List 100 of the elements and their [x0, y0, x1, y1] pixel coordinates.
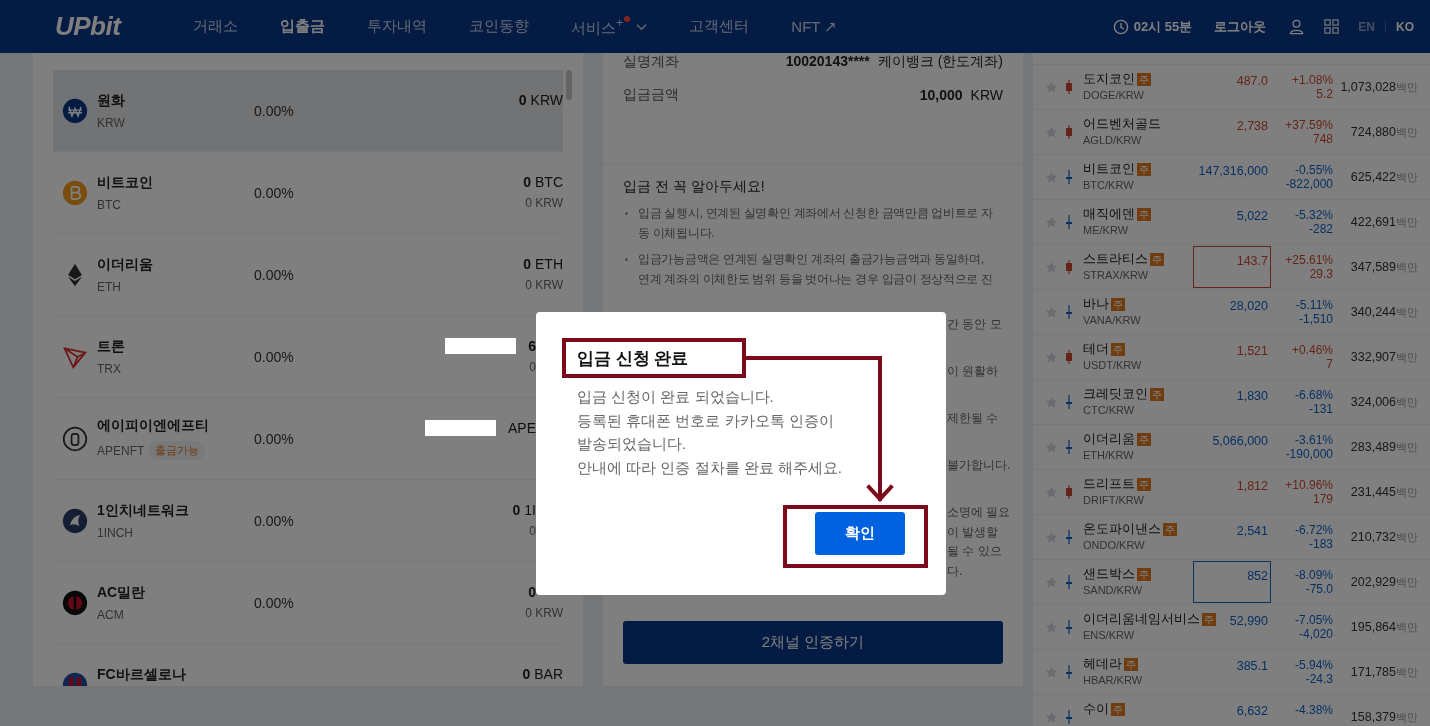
market-row[interactable]: 이더리움네임서비스 주 ENS/KRW 52,990 -7.05% -4,020 195,864백만 — [1033, 604, 1430, 649]
nav-link[interactable]: 투자내역 — [367, 17, 427, 36]
holding-row[interactable]: 원화 KRW 0.00% 0 KRW — [53, 70, 563, 152]
change-amount: 7 — [1326, 357, 1333, 371]
field-value: 10020143**** 케이뱅크 (한도계좌) — [785, 52, 1003, 71]
nav-link[interactable]: 입출금 — [280, 17, 325, 36]
price: 2,738 — [1235, 118, 1269, 135]
change-amount: 29.3 — [1309, 267, 1333, 281]
market-symbol: CTC/KRW — [1083, 403, 1136, 416]
coin-symbol: KRW — [97, 115, 125, 130]
confirm-button[interactable]: 확인 — [815, 512, 905, 555]
coin-name: 1인치네트워크 — [97, 501, 190, 520]
nav-link[interactable]: NFT ↗ — [791, 17, 837, 36]
bullet-dot — [625, 212, 628, 215]
caution-badge: 주 — [1137, 207, 1151, 221]
coin-name: 비트코인 — [1083, 161, 1135, 176]
holding-value: 0 KRW — [525, 195, 563, 210]
notice-text: 이 원활하 — [947, 363, 999, 380]
change-amount: -4,020 — [1298, 627, 1333, 641]
change-rate: +1.08% — [1291, 73, 1333, 87]
change-rate: -7.05% — [1294, 613, 1333, 627]
market-row[interactable]: 바나 주 VANA/KRW 28,020 -5.11% -1,510 340,244백만 — [1033, 289, 1430, 334]
notice-text: 소명에 필요 — [947, 504, 1011, 521]
change-amount: -131 — [1308, 402, 1333, 416]
coin-symbol: TRX — [97, 361, 121, 376]
change-rate: -8.09% — [1294, 568, 1333, 582]
caution-badge: 주 — [1137, 432, 1151, 446]
language-option[interactable]: KO — [1396, 19, 1414, 34]
price: 5,022 — [1235, 208, 1269, 225]
dialog-message: 입금 신청이 완료 되었습니다. 등록된 휴대폰 번호로 카카오톡 인증이 발송되었습니다. 안내에 따라 인증 절차를 완료 해주세요. — [577, 387, 842, 478]
holding-share: 0.00% — [253, 512, 294, 529]
holding-value: 0 KRW — [525, 277, 563, 292]
caution-badge: 주 — [1137, 567, 1151, 581]
change-amount: -282 — [1308, 222, 1333, 236]
caution-badge: 주 — [1124, 657, 1138, 671]
change-rate: -3.61% — [1294, 433, 1333, 447]
notice-text: 제한될 수 — [947, 410, 999, 427]
coin-name: 온도파이낸스 — [1083, 521, 1161, 536]
coin-name: AC밀란 — [97, 583, 147, 602]
change-amount: -190,000 — [1285, 447, 1333, 461]
logout-link[interactable]: 로그아웃 — [1214, 17, 1267, 36]
bullet-dot — [625, 258, 628, 261]
caution-badge: 주 — [1137, 162, 1151, 176]
verify-button[interactable]: 2채널 인증하기 — [623, 621, 1003, 664]
change-rate: -6.72% — [1294, 523, 1333, 537]
market-symbol: DRIFT/KRW — [1083, 493, 1145, 506]
coin-name: 크레딧코인 — [1083, 386, 1148, 401]
coin-logo-icon — [62, 425, 88, 452]
market-symbol: USDT/KRW — [1083, 358, 1143, 371]
price: 2,541 — [1235, 523, 1269, 540]
nav-link[interactable]: 거래소 — [193, 17, 238, 36]
coin-name: 드리프트 — [1083, 476, 1135, 491]
coin-name: 수이 — [1083, 701, 1109, 716]
nav-link[interactable]: 서비스$^{+}$ — [571, 15, 648, 38]
price: 28,020 — [1228, 298, 1269, 315]
holding-amount: 0 1I — [512, 501, 536, 518]
change-rate: -6.68% — [1294, 388, 1333, 402]
holding-row[interactable]: 비트코인 BTC 0.00% 0 BTC 0 KRW — [53, 152, 563, 234]
coin-name: 트론 — [97, 337, 126, 356]
market-symbol: STRAX/KRW — [1083, 268, 1150, 281]
coin-name: 스트라티스 — [1083, 251, 1148, 266]
session-timer: 02시 55분 — [1133, 17, 1193, 36]
market-symbol: VANA/KRW — [1083, 313, 1142, 326]
change-amount: -1,510 — [1298, 312, 1333, 326]
dialog-title: 입금 신청 완료 — [577, 347, 689, 370]
holding-row[interactable]: FC바르셀로나 0 BAR — [53, 644, 563, 686]
nav-link[interactable]: 코인동향 — [469, 17, 529, 36]
coin-name: 원화 — [97, 91, 126, 110]
change-rate: -5.94% — [1294, 658, 1333, 672]
scrollbar-thumb[interactable] — [566, 70, 572, 100]
coin-logo-icon — [62, 97, 88, 124]
change-rate: +25.61% — [1285, 253, 1333, 267]
coin-logo-icon — [62, 589, 88, 616]
notice-text: 간 동안 모 — [947, 316, 1002, 333]
notice-text: 다. — [947, 562, 963, 580]
price: 5,066,000 — [1211, 433, 1269, 450]
field-label: 실명계좌 — [623, 52, 679, 71]
coin-name: FC바르셀로나 — [97, 665, 187, 684]
caution-badge: 주 — [1150, 387, 1164, 401]
caution-badge: 주 — [1137, 72, 1151, 86]
change-rate: +37.59% — [1285, 118, 1333, 132]
nav-link[interactable]: 고객센터 — [689, 17, 750, 36]
notice-text: 불가합니다. — [947, 457, 1011, 474]
change-rate: +0.46% — [1291, 343, 1333, 357]
holding-amount: APE — [508, 419, 536, 436]
user-icon[interactable] — [1288, 18, 1306, 35]
logo[interactable]: UPbit — [55, 11, 165, 42]
change-rate: -0.55% — [1294, 163, 1333, 177]
market-symbol: ONDO/KRW — [1083, 538, 1146, 551]
grid-icon[interactable] — [1323, 18, 1341, 35]
caution-badge: 주 — [1111, 342, 1125, 356]
price: 52,990 — [1228, 613, 1269, 630]
holding-share: 0.00% — [253, 184, 294, 201]
holding-amount: 0 KRW — [518, 91, 563, 108]
redaction-bar — [425, 419, 496, 436]
caution-badge: 주 — [1202, 612, 1216, 626]
coin-name: 테더 — [1083, 341, 1109, 356]
coin-logo-icon — [62, 507, 88, 534]
holding-share: 0.00% — [253, 266, 294, 283]
field-value: 10,000 KRW — [919, 86, 1003, 103]
